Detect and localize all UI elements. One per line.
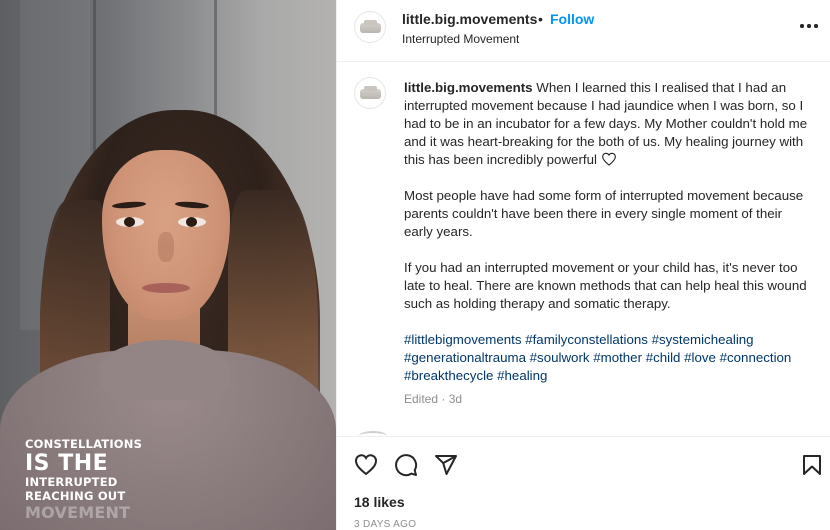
audio-subtitle[interactable]: Interrupted Movement xyxy=(402,32,519,46)
save-icon[interactable] xyxy=(800,453,824,477)
person-nose xyxy=(158,232,174,262)
like-icon[interactable] xyxy=(354,453,378,477)
video-overlay-line-1: CONSTELLATIONS xyxy=(25,437,143,451)
person-turtleneck xyxy=(100,340,230,400)
header-separator: • xyxy=(538,11,543,27)
post-caption: little.big.movements When I learned this… xyxy=(404,79,814,403)
heart-outline-icon xyxy=(601,152,616,166)
post-header: little.big.movements • Follow Interrupte… xyxy=(337,0,830,62)
likes-count[interactable]: 18 likes xyxy=(354,494,405,510)
caption-hashtags[interactable]: #littlebigmovements #familyconstellation… xyxy=(404,331,814,385)
follow-button[interactable]: Follow xyxy=(550,11,594,27)
video-overlay-line-5: MOVEMENT xyxy=(25,503,131,522)
caption-paragraph-2: Most people have had some form of interr… xyxy=(404,188,804,239)
caption-paragraph-1: little.big.movements When I learned this… xyxy=(404,79,814,169)
person-mouth xyxy=(142,283,190,293)
post-side-panel: little.big.movements • Follow Interrupte… xyxy=(336,0,830,530)
header-username[interactable]: little.big.movements xyxy=(402,11,537,27)
person-eye-right xyxy=(178,217,206,227)
post-date: 3 DAYS AGO xyxy=(354,519,417,530)
brand-logo-avatar[interactable] xyxy=(354,11,386,43)
video-overlay-line-2: IS THE xyxy=(25,451,109,476)
edited-timestamp: Edited · 3d xyxy=(404,392,463,406)
comment-icon[interactable] xyxy=(394,453,418,477)
more-options-icon[interactable] xyxy=(799,17,819,33)
video-overlay-line-3: INTERRUPTED xyxy=(25,475,118,489)
person-eye-left xyxy=(116,217,144,227)
caption-username[interactable]: little.big.movements xyxy=(404,80,533,95)
share-icon[interactable] xyxy=(434,453,458,477)
video-overlay-line-4: REACHING OUT xyxy=(25,489,126,503)
brand-logo-avatar[interactable] xyxy=(354,77,386,109)
post-actions: 18 likes 3 DAYS AGO xyxy=(337,436,830,530)
caption-paragraph-3: If you had an interrupted movement or yo… xyxy=(404,260,807,311)
post-video[interactable]: CONSTELLATIONS IS THE INTERRUPTED REACHI… xyxy=(0,0,336,530)
caption-area: little.big.movements When I learned this… xyxy=(337,63,830,436)
